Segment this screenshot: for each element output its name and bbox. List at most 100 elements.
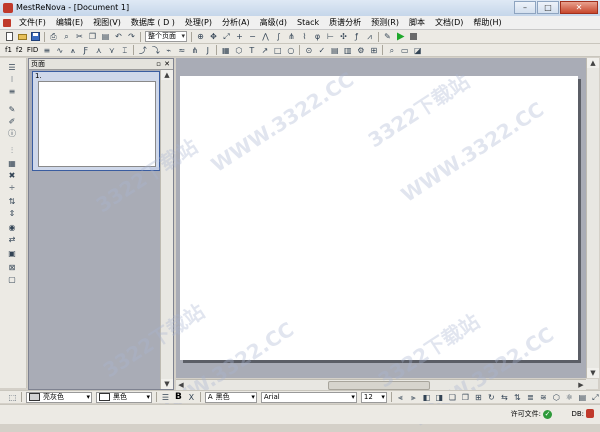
manual-phase-icon[interactable]: ⤴: [138, 46, 147, 55]
j-coupling-icon[interactable]: J: [203, 46, 212, 55]
verify-icon[interactable]: ✓: [317, 46, 326, 55]
fill-color-select[interactable]: 亮灰色: [26, 391, 92, 403]
print-icon[interactable]: ⎙: [49, 32, 58, 41]
menu-process[interactable]: 处理(P): [180, 16, 217, 29]
stack-icon[interactable]: ≡: [42, 46, 51, 55]
send-back-icon[interactable]: ◨: [435, 393, 444, 402]
menu-analysis[interactable]: 分析(A): [217, 16, 255, 29]
menu-scripts[interactable]: 脚本: [404, 16, 430, 29]
align-icon[interactable]: ⫶: [5, 146, 19, 156]
expand-icon[interactable]: ⇕: [5, 208, 19, 218]
horizontal-scroll-thumb[interactable]: [328, 381, 430, 390]
ungroup-icon[interactable]: ❐: [461, 393, 470, 402]
menu-stack[interactable]: Stack: [292, 16, 324, 29]
phase-icon[interactable]: φ: [313, 32, 322, 41]
superimpose-icon[interactable]: ≋: [539, 393, 548, 402]
integrate-icon[interactable]: ∫: [274, 32, 283, 41]
save-icon[interactable]: [31, 32, 40, 41]
apodization-icon[interactable]: ⩚: [68, 46, 77, 55]
search-icon[interactable]: ⌕: [387, 46, 396, 55]
page-thumbnail[interactable]: 1.: [32, 71, 160, 171]
paste-icon[interactable]: ▤: [101, 32, 110, 41]
new-document-icon[interactable]: [5, 32, 14, 41]
atom-icon[interactable]: ⚛: [565, 393, 574, 402]
scroll-right-icon[interactable]: ▶: [576, 380, 586, 390]
fit-icon[interactable]: ⤢: [222, 32, 231, 41]
align-left-icon[interactable]: ⫷: [396, 393, 405, 402]
screen-icon[interactable]: ▭: [400, 46, 409, 55]
arrow-icon[interactable]: ↗: [260, 46, 269, 55]
bullets-icon[interactable]: ⁝: [5, 74, 19, 84]
flip-h-icon[interactable]: ⇆: [500, 393, 509, 402]
page-zoom-select[interactable]: 整个页面: [145, 31, 187, 42]
delete-icon[interactable]: ✖: [5, 170, 19, 180]
menu-file[interactable]: 文件(F): [14, 16, 51, 29]
reference-icon[interactable]: ⊢: [326, 32, 335, 41]
menu-document[interactable]: 文档(D): [430, 16, 468, 29]
fid-toggle[interactable]: FID: [27, 46, 38, 54]
rotate-icon[interactable]: ↻: [487, 393, 496, 402]
zoom-in-icon[interactable]: +: [235, 32, 244, 41]
maximize-button[interactable]: □: [537, 1, 559, 14]
table-icon[interactable]: ▦: [221, 46, 230, 55]
float-panel-icon[interactable]: ▫: [156, 59, 161, 69]
zoom-icon[interactable]: ⊕: [196, 32, 205, 41]
minimize-button[interactable]: –: [514, 1, 536, 14]
ellipse-icon[interactable]: ○: [286, 46, 295, 55]
menu-help[interactable]: 帮助(H): [468, 16, 506, 29]
document-page[interactable]: [180, 76, 578, 360]
menu-database[interactable]: 数据库 ( D ): [126, 16, 180, 29]
menu-mass-spec[interactable]: 质谱分析: [324, 16, 366, 29]
menu-advanced[interactable]: 高级(d): [255, 16, 292, 29]
settings-icon[interactable]: ⚙: [356, 46, 365, 55]
select-tool-icon[interactable]: ⬚: [8, 393, 17, 402]
zoom-out-icon[interactable]: −: [248, 32, 257, 41]
app-menu-icon[interactable]: [3, 18, 11, 27]
open-folder-icon[interactable]: [18, 32, 27, 41]
assign-icon[interactable]: ⊙: [304, 46, 313, 55]
cut-icon[interactable]: ✂: [75, 32, 84, 41]
frame-icon[interactable]: ▢: [5, 274, 19, 284]
redo-icon[interactable]: ↷: [127, 32, 136, 41]
script-icon[interactable]: ✎: [383, 32, 392, 41]
subscript-icon[interactable]: X: [187, 393, 196, 402]
stop-icon[interactable]: [409, 32, 418, 41]
info-icon[interactable]: ⓘ: [5, 128, 19, 138]
properties-icon[interactable]: ⊞: [369, 46, 378, 55]
flip-icon[interactable]: ⇄: [5, 234, 19, 244]
bring-front-icon[interactable]: ◧: [422, 393, 431, 402]
scroll-left-icon[interactable]: ◀: [176, 380, 186, 390]
scroll-down-icon[interactable]: ▼: [161, 379, 173, 389]
undo-icon[interactable]: ↶: [114, 32, 123, 41]
list-icon[interactable]: ☰: [5, 62, 19, 72]
scroll-up-icon[interactable]: ▲: [161, 70, 173, 80]
document-vertical-scrollbar[interactable]: ▲ ▼: [586, 58, 599, 378]
arrange-icon[interactable]: ⊞: [474, 393, 483, 402]
flip-v-icon[interactable]: ⇅: [513, 393, 522, 402]
molecule-icon[interactable]: ⬡: [234, 46, 243, 55]
document-horizontal-scrollbar[interactable]: ◀ ▶: [176, 379, 586, 390]
spectrum-icon[interactable]: ⩘: [365, 32, 374, 41]
graph-icon[interactable]: ⌁: [164, 46, 173, 55]
align-right-icon[interactable]: ⫸: [409, 393, 418, 402]
group-icon[interactable]: ❏: [448, 393, 457, 402]
pencil-icon[interactable]: ✎: [5, 104, 19, 114]
peak-pick-icon[interactable]: ⋀: [261, 32, 270, 41]
font-family-select[interactable]: Arial: [260, 391, 357, 403]
auto-phase-icon[interactable]: ⤵: [151, 46, 160, 55]
crop-icon[interactable]: ⊠: [5, 262, 19, 272]
layer-icon[interactable]: ▤: [578, 393, 587, 402]
close-button[interactable]: ✕: [560, 1, 598, 14]
trace-icon[interactable]: ∿: [55, 46, 64, 55]
report-icon[interactable]: ▤: [330, 46, 339, 55]
multiplet-analysis-icon[interactable]: ⋔: [190, 46, 199, 55]
peaks-icon[interactable]: ⋏: [94, 46, 103, 55]
edit-icon[interactable]: ✐: [5, 116, 19, 126]
cursor-icon[interactable]: ✣: [339, 32, 348, 41]
zoom-fit-icon[interactable]: ⤢: [591, 393, 600, 402]
bold-button[interactable]: B: [175, 392, 182, 402]
eye-icon[interactable]: ◉: [5, 222, 19, 232]
layout-icon[interactable]: ▥: [343, 46, 352, 55]
stack-spectra-icon[interactable]: ≣: [526, 393, 535, 402]
view-options-icon[interactable]: ◪: [413, 46, 422, 55]
